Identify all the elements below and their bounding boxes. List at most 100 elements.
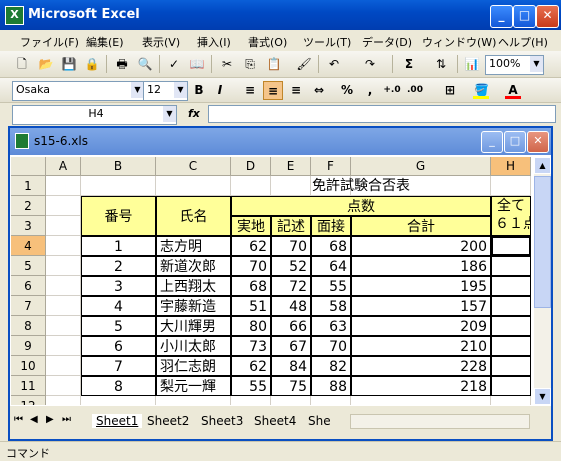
align-center-icon[interactable]: ≡ [263, 81, 283, 100]
align-right-icon[interactable]: ≡ [286, 81, 306, 100]
fill-color-icon[interactable]: 🪣 [471, 81, 491, 100]
tab-last-icon[interactable]: ⏭ [62, 414, 71, 425]
column-header-a[interactable]: A [46, 157, 81, 176]
align-left-icon[interactable]: ≡ [240, 81, 260, 100]
cell-interview[interactable]: 88 [311, 376, 351, 396]
bold-button[interactable]: B [189, 81, 209, 100]
tab-prev-icon[interactable]: ◀ [30, 414, 38, 425]
horizontal-scrollbar[interactable] [350, 414, 530, 429]
column-header-d[interactable]: D [231, 157, 271, 176]
row-header-1[interactable]: 1 [11, 176, 46, 196]
header-points[interactable]: 点数 [231, 196, 491, 216]
cell-sum[interactable]: 210 [351, 336, 491, 356]
cell-number[interactable]: 4 [81, 296, 156, 316]
cell-result[interactable] [491, 336, 531, 356]
redo-icon[interactable]: ↷ [362, 56, 378, 72]
minimize-button[interactable]: _ [490, 5, 513, 28]
tab-sheet1[interactable]: Sheet1 [92, 414, 143, 428]
column-header-g[interactable]: G [351, 157, 491, 176]
cell-sum[interactable]: 218 [351, 376, 491, 396]
font-combo[interactable]: Osaka ▼ [12, 81, 145, 101]
menu-format[interactable]: 書式(O) [248, 34, 287, 50]
column-header-c[interactable]: C [156, 157, 231, 176]
formula-input[interactable] [208, 105, 556, 123]
autosum-icon[interactable]: Σ [401, 56, 417, 72]
menu-file[interactable]: ファイル(F) [20, 34, 79, 50]
cell-interview[interactable]: 70 [311, 336, 351, 356]
menu-edit[interactable]: 編集(E) [86, 34, 124, 50]
save-icon[interactable]: 💾 [61, 56, 77, 72]
header-name[interactable]: 氏名 [156, 196, 231, 236]
cell-result[interactable] [491, 296, 531, 316]
cell-written[interactable]: 67 [271, 336, 311, 356]
borders-icon[interactable]: ⊞ [440, 81, 460, 100]
cell-number[interactable]: 3 [81, 276, 156, 296]
row-header-12[interactable]: 12 [11, 396, 46, 405]
increase-decimal-button[interactable]: +.0 [382, 81, 402, 100]
vertical-scrollbar[interactable]: ▲ ▼ [534, 157, 551, 405]
select-all-corner[interactable] [11, 157, 46, 176]
cell-number[interactable]: 7 [81, 356, 156, 376]
tab-sheet5[interactable]: She [308, 414, 331, 428]
cell-written[interactable]: 52 [271, 256, 311, 276]
chart-wizard-icon[interactable]: 📊 [464, 56, 480, 72]
undo-icon[interactable]: ↶ [326, 56, 342, 72]
row-header-4[interactable]: 4 [11, 236, 46, 256]
font-color-button[interactable]: A [503, 81, 523, 100]
paste-icon[interactable]: 📋 [266, 56, 282, 72]
cell-sum[interactable]: 209 [351, 316, 491, 336]
cell-number[interactable]: 5 [81, 316, 156, 336]
format-painter-icon[interactable]: 🖌 [296, 56, 312, 72]
cell-number[interactable]: 6 [81, 336, 156, 356]
cell-name[interactable]: 新道次郎 [156, 256, 231, 276]
row-header-3[interactable]: 3 [11, 216, 46, 236]
cell-sum[interactable]: 157 [351, 296, 491, 316]
header-practical[interactable]: 実地 [231, 216, 271, 236]
cell-interview[interactable]: 82 [311, 356, 351, 376]
row-header-8[interactable]: 8 [11, 316, 46, 336]
cell-sum[interactable]: 228 [351, 356, 491, 376]
close-button[interactable]: ✕ [536, 5, 559, 28]
cell-written[interactable]: 70 [271, 236, 311, 256]
cell-result[interactable] [491, 376, 531, 396]
cell-practical[interactable]: 62 [231, 236, 271, 256]
cell-interview[interactable]: 58 [311, 296, 351, 316]
cell-written[interactable]: 72 [271, 276, 311, 296]
header-interview[interactable]: 面接 [311, 216, 351, 236]
cell-sum[interactable]: 200 [351, 236, 491, 256]
cell-name[interactable]: 梨元一輝 [156, 376, 231, 396]
chevron-down-icon[interactable]: ▼ [530, 56, 543, 72]
maximize-button[interactable]: □ [513, 5, 536, 28]
menu-help[interactable]: ヘルプ(H) [498, 34, 548, 50]
menu-window[interactable]: ウィンドウ(W) [422, 34, 496, 50]
cell-number[interactable]: 1 [81, 236, 156, 256]
comma-button[interactable]: , [360, 81, 380, 100]
cell-sum[interactable]: 195 [351, 276, 491, 296]
cell-sum[interactable]: 186 [351, 256, 491, 276]
row-header-2[interactable]: 2 [11, 196, 46, 216]
name-box[interactable]: H4 ▼ [12, 105, 177, 125]
column-header-b[interactable]: B [81, 157, 156, 176]
percent-button[interactable]: % [337, 81, 357, 100]
chevron-down-icon[interactable]: ▼ [174, 82, 187, 98]
workbook-restore-button[interactable]: □ [504, 131, 526, 153]
cell-name[interactable]: 大川輝男 [156, 316, 231, 336]
italic-button[interactable]: I [210, 81, 230, 100]
scroll-thumb[interactable] [534, 176, 551, 308]
scroll-up-arrow-icon[interactable]: ▲ [534, 157, 551, 174]
cut-icon[interactable]: ✂ [219, 56, 235, 72]
header-number[interactable]: 番号 [81, 196, 156, 236]
research-icon[interactable]: 📖 [189, 56, 205, 72]
column-header-f[interactable]: F [311, 157, 351, 176]
menu-data[interactable]: データ(D) [362, 34, 412, 50]
cell-name[interactable]: 志方明 [156, 236, 231, 256]
zoom-combo[interactable]: 100% ▼ [485, 55, 544, 75]
table-title[interactable]: 免許試験合否表 [231, 176, 491, 196]
cell-practical[interactable]: 80 [231, 316, 271, 336]
cell-name[interactable]: 上西翔太 [156, 276, 231, 296]
cell-practical[interactable]: 73 [231, 336, 271, 356]
cell-interview[interactable]: 63 [311, 316, 351, 336]
workbook-minimize-button[interactable]: _ [481, 131, 503, 153]
cell-practical[interactable]: 70 [231, 256, 271, 276]
row-header-10[interactable]: 10 [11, 356, 46, 376]
